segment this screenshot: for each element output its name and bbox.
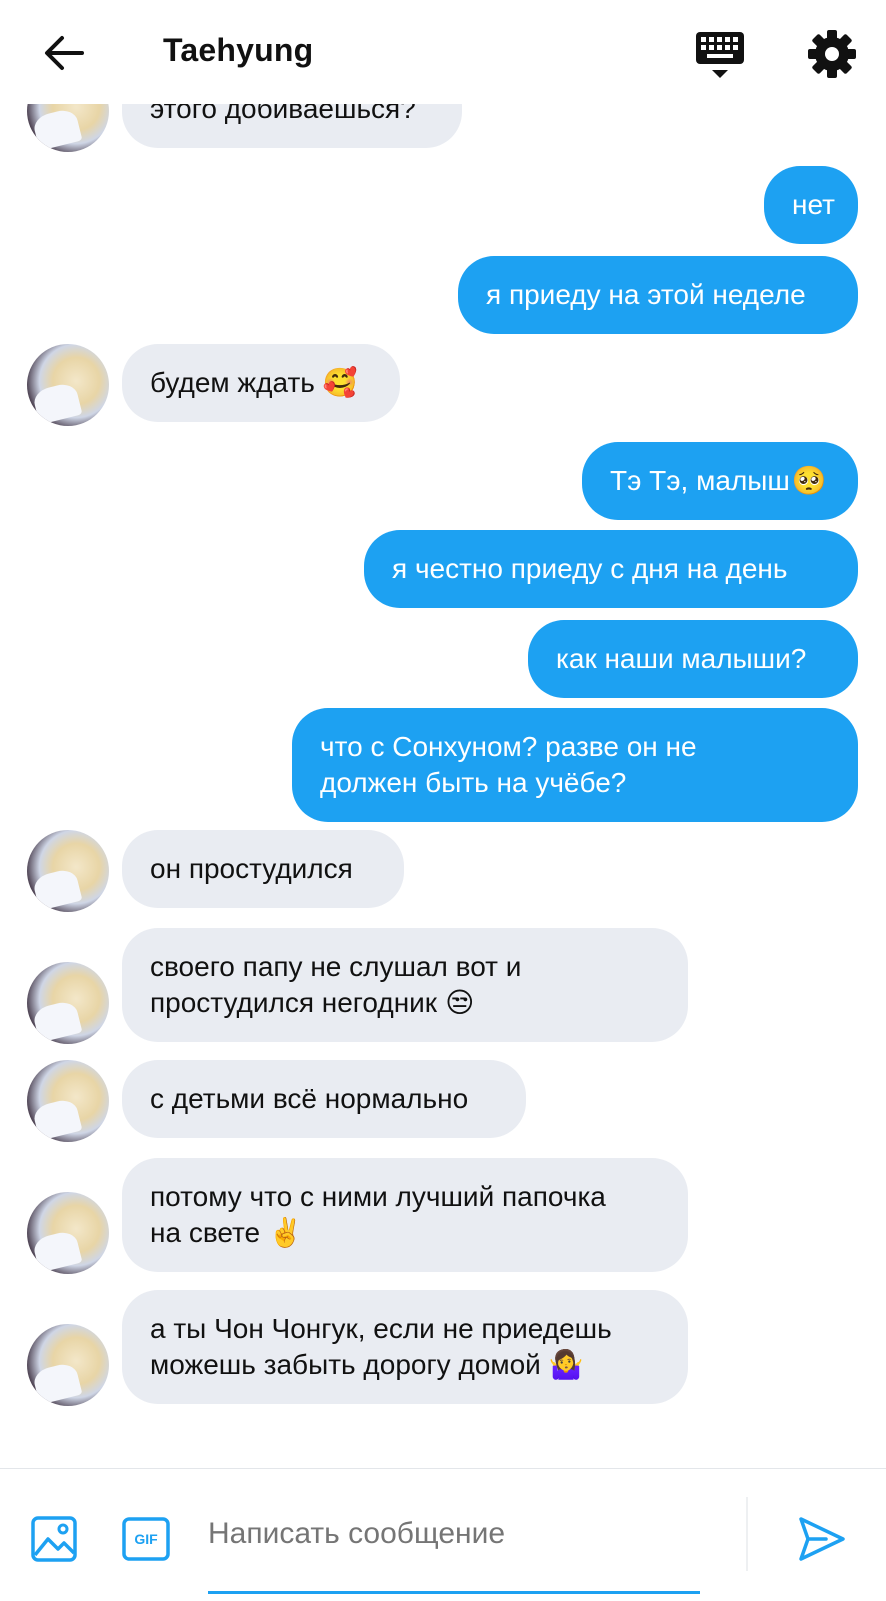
message-list[interactable]: этого добиваешься? нет я приеду на этой … [0, 0, 886, 1466]
person-shrugging-emoji: 🤷‍♀️ [548, 1349, 584, 1380]
message-bubble-incoming[interactable]: с детьми всё нормально [122, 1060, 526, 1138]
attach-image-button[interactable] [30, 1515, 78, 1563]
settings-button[interactable] [806, 28, 858, 80]
gif-button[interactable]: GIF [122, 1517, 170, 1561]
message-text: с детьми всё нормально [150, 1083, 469, 1114]
message-text-line: потому что с ними лучший папочка [150, 1181, 606, 1212]
message-bubble-outgoing[interactable]: нет [764, 166, 858, 244]
gif-label: GIF [134, 1531, 158, 1547]
back-button[interactable] [38, 30, 88, 76]
message-text: будем ждать [150, 367, 315, 398]
message-text-line-with-emoji: простудился негодник 😒 [150, 985, 474, 1021]
avatar[interactable] [27, 830, 109, 912]
keyboard-button[interactable] [692, 28, 748, 84]
keyboard-icon [696, 32, 744, 78]
message-text: я приеду на этой неделе [486, 279, 806, 310]
smiling-hearts-emoji: 🥰 [322, 367, 358, 398]
avatar[interactable] [27, 344, 109, 426]
avatar[interactable] [27, 1324, 109, 1406]
message-text: как наши малыши? [556, 643, 807, 674]
avatar[interactable] [27, 962, 109, 1044]
image-icon [31, 1516, 77, 1562]
message-text-line: что с Сонхуном? разве он не [320, 731, 697, 762]
message-bubble-incoming[interactable]: а ты Чон Чонгук, если не приедешь можешь… [122, 1290, 688, 1404]
send-icon [799, 1517, 845, 1561]
chat-header: Taehyung [0, 0, 886, 104]
message-text: я честно приеду с дня на день [392, 553, 788, 584]
message-bubble-incoming[interactable]: потому что с ними лучший папочка на свет… [122, 1158, 688, 1272]
message-input[interactable] [208, 1499, 698, 1569]
message-text: можешь забыть дорогу домой [150, 1349, 541, 1380]
send-button[interactable] [796, 1513, 848, 1565]
composer-divider [746, 1497, 748, 1571]
message-text: на свете [150, 1217, 261, 1248]
avatar[interactable] [27, 1192, 109, 1274]
message-text-line-with-emoji: на свете ✌️ [150, 1215, 303, 1251]
message-bubble-outgoing[interactable]: Тэ Тэ, малыш 🥺 [582, 442, 858, 520]
message-composer: GIF [0, 1468, 886, 1601]
message-bubble-incoming[interactable]: своего папу не слушал вот и простудился … [122, 928, 688, 1042]
message-text-line: своего папу не слушал вот и [150, 951, 522, 982]
input-underline [208, 1591, 700, 1594]
message-bubble-incoming[interactable]: он простудился [122, 830, 404, 908]
pleading-face-emoji: 🥺 [791, 465, 827, 496]
message-bubble-outgoing[interactable]: как наши малыши? [528, 620, 858, 698]
message-text: Тэ Тэ, малыш [610, 465, 790, 496]
message-text: нет [792, 189, 835, 220]
contact-name[interactable]: Taehyung [163, 32, 313, 69]
message-text: он простудился [150, 853, 353, 884]
message-bubble-outgoing[interactable]: я приеду на этой неделе [458, 256, 858, 334]
unamused-face-emoji: 😒 [445, 987, 475, 1018]
avatar[interactable] [27, 1060, 109, 1142]
gear-icon [808, 30, 856, 78]
victory-hand-emoji: ✌️ [268, 1217, 303, 1248]
message-text-line-with-emoji: можешь забыть дорогу домой 🤷‍♀️ [150, 1347, 584, 1383]
message-text-line: должен быть на учёбе? [320, 767, 627, 798]
arrow-left-icon [45, 36, 84, 70]
message-bubble-outgoing[interactable]: я честно приеду с дня на день [364, 530, 858, 608]
message-text: простудился негодник [150, 987, 438, 1018]
message-text-line: а ты Чон Чонгук, если не приедешь [150, 1313, 612, 1344]
message-bubble-outgoing[interactable]: что с Сонхуном? разве он не должен быть … [292, 708, 858, 822]
message-bubble-incoming[interactable]: будем ждать 🥰 [122, 344, 400, 422]
